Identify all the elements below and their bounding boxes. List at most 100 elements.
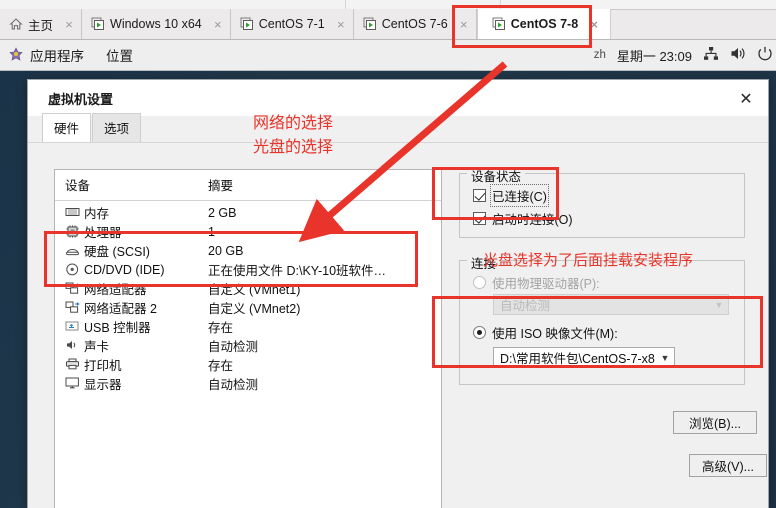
- table-row[interactable]: 显示器 自动检测: [55, 374, 441, 393]
- checkbox-connect-at-power-on[interactable]: [473, 212, 486, 225]
- vmware-tab-label: 主页: [28, 18, 54, 33]
- gnome-applications-icon: [8, 47, 24, 63]
- chevron-down-icon: ▼: [714, 299, 724, 310]
- network-icon[interactable]: [703, 46, 719, 64]
- input-method-indicator[interactable]: zh: [594, 49, 606, 61]
- dialog-tab-options[interactable]: 选项: [92, 113, 142, 142]
- device-name: 硬盘 (SCSI): [84, 245, 150, 259]
- table-row[interactable]: 网络适配器 2 自定义 (VMnet2): [55, 298, 441, 317]
- device-name: 网络适配器 2: [84, 302, 157, 316]
- dialog-title-bar: 虚拟机设置: [28, 80, 768, 116]
- table-row[interactable]: USB 控制器 存在: [55, 317, 441, 336]
- vmware-tab-close-icon[interactable]: ×: [588, 18, 600, 31]
- usb-icon: [65, 320, 80, 333]
- table-row[interactable]: 内存 2 GB: [55, 203, 441, 222]
- annotation-text-disc: 光盘的选择: [253, 137, 334, 156]
- device-summary: 自动检测: [208, 378, 259, 392]
- summary-column-header: 摘要: [208, 179, 234, 193]
- vmware-tab-close-icon[interactable]: ×: [458, 18, 470, 31]
- checkbox-connected-label: 已连接(C): [490, 184, 549, 207]
- network-adapter-icon: [65, 282, 80, 295]
- radio-physical-drive-row[interactable]: 使用物理驱动器(P):: [473, 273, 600, 292]
- table-row[interactable]: 处理器 1: [55, 222, 441, 241]
- dialog-title: 虚拟机设置: [48, 91, 114, 107]
- gnome-applications-menu[interactable]: 应用程序: [30, 45, 84, 65]
- vmware-tab-label: CentOS 7-1: [258, 17, 325, 31]
- device-name: 打印机: [84, 359, 122, 373]
- cpu-icon: [65, 225, 80, 238]
- chevron-down-icon: ▼: [660, 352, 670, 363]
- device-summary: 存在: [208, 359, 234, 373]
- table-row[interactable]: 打印机 存在: [55, 355, 441, 374]
- annotation-text-iso: 光盘选择为了后面挂载安装程序: [483, 251, 694, 269]
- radio-iso-image-label: 使用 ISO 映像文件(M):: [492, 327, 618, 341]
- dialog-tab-hardware[interactable]: 硬件: [42, 113, 92, 142]
- radio-physical-drive[interactable]: [473, 276, 486, 289]
- home-icon: [9, 17, 23, 31]
- physical-drive-combobox[interactable]: 自动检测 ▼: [493, 294, 729, 315]
- device-name: 内存: [84, 207, 110, 221]
- volume-icon[interactable]: [730, 46, 747, 64]
- vm-icon: [492, 17, 506, 31]
- device-name: 网络适配器: [84, 283, 147, 297]
- display-icon: [65, 377, 80, 390]
- gnome-top-panel: 应用程序 位置 zh 星期一 23:09: [0, 40, 776, 71]
- vmware-tab-label: CentOS 7-8: [510, 17, 579, 31]
- power-icon[interactable]: [758, 46, 772, 64]
- vmware-tab-close-icon[interactable]: ×: [212, 18, 224, 31]
- network-adapter-icon: [65, 301, 80, 314]
- checkbox-connected-row[interactable]: 已连接(C): [473, 184, 549, 207]
- harddisk-icon: [65, 244, 80, 257]
- device-summary: 20 GB: [208, 243, 244, 258]
- gnome-places-menu[interactable]: 位置: [106, 45, 133, 65]
- device-name: CD/DVD (IDE): [84, 262, 165, 277]
- vmware-tab-centos-7-6[interactable]: CentOS 7-6 ×: [353, 9, 477, 39]
- device-status-group: 设备状态 已连接(C) 启动时连接(O): [459, 166, 745, 238]
- radio-iso-image[interactable]: [473, 326, 486, 339]
- device-summary: 1: [208, 224, 215, 239]
- dialog-close-button[interactable]: ✕: [736, 89, 756, 109]
- vmware-tab-label: CentOS 7-6: [381, 17, 448, 31]
- radio-iso-image-row[interactable]: 使用 ISO 映像文件(M):: [473, 323, 618, 342]
- table-row[interactable]: CD/DVD (IDE) 正在使用文件 D:\KY-10班软件…: [55, 260, 441, 279]
- iso-path-combobox[interactable]: D:\常用软件包\CentOS-7-x8 ▼: [493, 347, 675, 368]
- iso-path-value: D:\常用软件包\CentOS-7-x8: [500, 352, 655, 366]
- radio-physical-drive-label: 使用物理驱动器(P):: [492, 277, 600, 291]
- screen-root: 主页 × Windows 10 x64 × CentOS 7-1 × CentO…: [0, 0, 776, 508]
- device-summary: 2 GB: [208, 205, 237, 220]
- device-list[interactable]: 设备 摘要 内存 2 GB 处理器 1 硬盘 (SCSI) 20 GB CD/D…: [54, 169, 442, 508]
- dialog-tab-bar: 硬件 选项: [28, 113, 768, 143]
- vmware-tab-centos-7-1[interactable]: CentOS 7-1 ×: [230, 9, 354, 39]
- device-summary: 正在使用文件 D:\KY-10班软件…: [208, 264, 387, 278]
- device-name: USB 控制器: [84, 321, 151, 335]
- vmware-tab-centos-7-8[interactable]: CentOS 7-8 ×: [476, 9, 612, 39]
- table-row[interactable]: 声卡 自动检测: [55, 336, 441, 355]
- annotation-text-network: 网络的选择: [253, 113, 334, 132]
- memory-icon: [65, 206, 80, 219]
- vm-settings-dialog: 虚拟机设置 ✕ 硬件 选项 设备 摘要 内存 2 GB 处理器 1 硬盘 (SC…: [27, 79, 769, 508]
- device-summary: 自定义 (VMnet2): [208, 302, 301, 316]
- vmware-tab-home[interactable]: 主页 ×: [0, 9, 83, 39]
- gnome-clock[interactable]: 星期一 23:09: [617, 46, 692, 65]
- table-row[interactable]: 网络适配器 自定义 (VMnet1): [55, 279, 441, 298]
- browse-button[interactable]: 浏览(B)...: [673, 411, 757, 434]
- printer-icon: [65, 358, 80, 371]
- device-name: 声卡: [84, 340, 110, 354]
- vmware-tab-close-icon[interactable]: ×: [335, 18, 347, 31]
- device-name: 处理器: [84, 226, 122, 240]
- device-status-legend: 设备状态: [467, 166, 526, 185]
- device-column-header: 设备: [65, 179, 91, 193]
- checkbox-connect-at-power-on-label: 启动时连接(O): [492, 213, 573, 227]
- table-row[interactable]: 硬盘 (SCSI) 20 GB: [55, 241, 441, 260]
- vmware-tab-close-icon[interactable]: ×: [63, 18, 75, 31]
- vm-icon: [91, 17, 105, 31]
- device-summary: 存在: [208, 321, 234, 335]
- device-summary: 自定义 (VMnet1): [208, 283, 301, 297]
- device-list-header: 设备 摘要: [55, 170, 441, 201]
- advanced-button[interactable]: 高级(V)...: [689, 454, 767, 477]
- device-summary: 自动检测: [208, 340, 259, 354]
- checkbox-connect-at-power-on-row[interactable]: 启动时连接(O): [473, 209, 573, 228]
- cddvd-icon: [65, 263, 80, 276]
- vmware-tab-windows-10-x64[interactable]: Windows 10 x64 ×: [82, 9, 231, 39]
- checkbox-connected[interactable]: [473, 189, 486, 202]
